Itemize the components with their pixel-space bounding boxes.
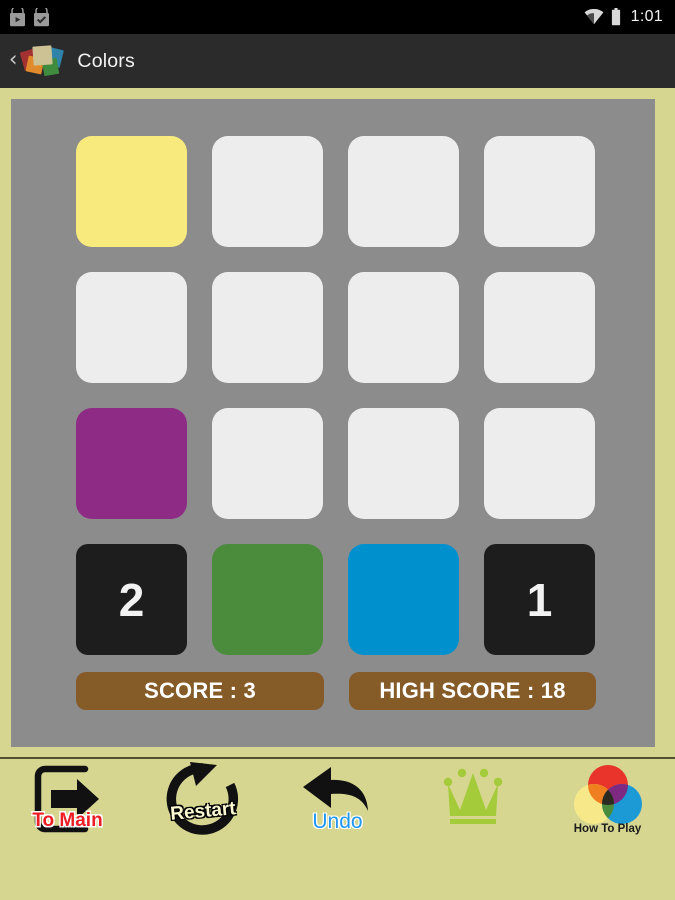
battery-icon — [611, 8, 620, 26]
status-bar: 1:01 — [0, 0, 675, 34]
high-score-badge: HIGH SCORE : 18 — [349, 672, 596, 710]
tile-r3c1[interactable] — [212, 544, 323, 655]
venn-circles-icon — [573, 765, 642, 824]
how-to-play-button[interactable]: How To Play — [540, 759, 675, 855]
tile-value: 1 — [526, 573, 553, 626]
circular-refresh-arrow-icon — [166, 762, 238, 835]
tile-r2c3[interactable] — [484, 408, 595, 519]
back-chevron-icon[interactable]: ‹ — [6, 49, 20, 73]
colors-game-screen: 1:01 ‹ Colors 2 1 SCORE: 3 HIGH SCORE:… — [0, 0, 675, 900]
tile-r3c0[interactable]: 2 — [76, 544, 187, 655]
to-main-button[interactable]: To Main — [0, 759, 135, 855]
tile-r0c1[interactable] — [212, 136, 323, 247]
tile-r2c1[interactable] — [212, 408, 323, 519]
tile-grid: 2 1 — [76, 136, 595, 655]
game-board: 2 1 SCORE : 3 HIGH SCORE : 18 — [11, 99, 655, 747]
tile-r1c1[interactable] — [212, 272, 323, 383]
restart-button[interactable]: Restart — [135, 759, 270, 855]
colors-app-logo-icon — [20, 44, 65, 78]
tile-r1c3[interactable] — [484, 272, 595, 383]
tile-r3c3[interactable]: 1 — [484, 544, 595, 655]
wifi-icon — [584, 9, 604, 25]
action-bar: ‹ Colors — [0, 34, 675, 88]
bottom-toolbar: To Main Restart Undo How To Play — [0, 759, 675, 900]
tile-r0c0[interactable] — [76, 136, 187, 247]
status-bar-clock: 1:01 — [630, 8, 663, 25]
exit-door-arrow-icon — [34, 765, 99, 833]
score-badge: SCORE : 3 — [76, 672, 324, 710]
tile-r2c2[interactable] — [348, 408, 459, 519]
undo-button[interactable]: Undo — [270, 759, 405, 855]
tile-r1c0[interactable] — [76, 272, 187, 383]
score-row: SCORE : 3 HIGH SCORE : 18 — [11, 672, 655, 712]
status-bar-left-icons — [9, 7, 50, 27]
tile-r0c3[interactable] — [484, 136, 595, 247]
crown-icon — [443, 768, 502, 824]
tile-r2c0[interactable] — [76, 408, 187, 519]
page-title: Colors — [77, 49, 135, 72]
back-arrow-icon — [302, 767, 368, 811]
playstore-download-icon — [10, 7, 25, 26]
tile-r0c2[interactable] — [348, 136, 459, 247]
playstore-installed-icon — [34, 7, 49, 26]
tile-value: 2 — [118, 573, 145, 626]
tile-r1c2[interactable] — [348, 272, 459, 383]
status-bar-right-icons: 1:01 — [584, 8, 663, 26]
leaderboard-button[interactable] — [405, 759, 540, 855]
tile-r3c2[interactable] — [348, 544, 459, 655]
